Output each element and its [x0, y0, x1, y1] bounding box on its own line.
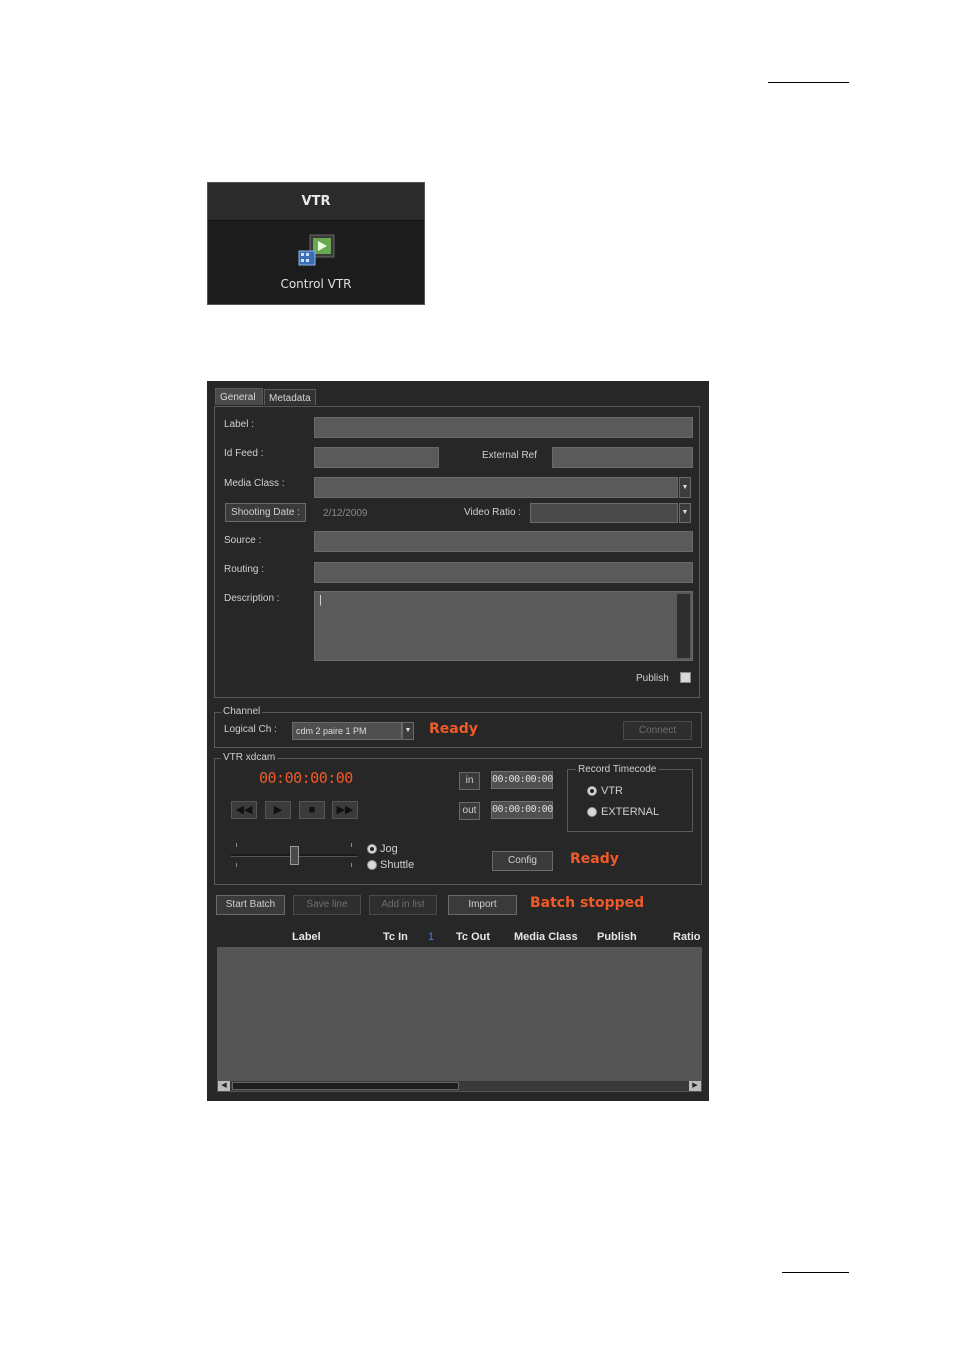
video-ratio-select[interactable]	[530, 503, 678, 523]
routing-field[interactable]	[314, 562, 693, 583]
source-field[interactable]	[314, 531, 693, 552]
description-scrollbar[interactable]	[677, 594, 690, 658]
batch-status: Batch stopped	[530, 895, 645, 911]
col-header-tc-out[interactable]: Tc Out	[456, 931, 490, 943]
sort-indicator: 1	[428, 931, 435, 943]
shooting-date-value: 2/12/2009	[323, 508, 368, 519]
media-class-label: Media Class :	[224, 478, 285, 489]
media-class-dropdown-icon[interactable]: ▼	[679, 477, 691, 498]
logical-ch-dropdown-icon[interactable]: ▼	[402, 722, 414, 740]
tab-general[interactable]: General	[215, 388, 263, 405]
vtr-status: Ready	[570, 851, 619, 867]
shuttle-label: Shuttle	[380, 859, 415, 871]
jog-slider[interactable]	[231, 839, 357, 871]
rewind-icon: ◀◀	[235, 804, 253, 816]
scroll-thumb[interactable]	[232, 1082, 459, 1090]
play-icon: ▶	[273, 804, 283, 816]
rtc-vtr-label: VTR	[601, 785, 623, 797]
media-class-select[interactable]	[314, 477, 678, 498]
id-feed-label: Id Feed :	[224, 448, 264, 459]
start-batch-button[interactable]: Start Batch	[216, 895, 285, 915]
control-vtr-icon	[298, 234, 335, 266]
shuttle-radio[interactable]	[367, 860, 377, 870]
save-line-button[interactable]: Save line	[293, 895, 361, 915]
source-label: Source :	[224, 535, 262, 546]
tab-metadata-label: Metadata	[269, 393, 311, 404]
vtr-timecode: 00:00:00:00	[259, 769, 353, 787]
external-ref-label: External Ref	[482, 450, 538, 461]
in-button[interactable]: in	[459, 772, 480, 790]
channel-group-title: Channel	[221, 706, 263, 718]
video-ratio-label: Video Ratio :	[464, 507, 522, 518]
connect-button[interactable]: Connect	[623, 721, 692, 740]
import-button[interactable]: Import	[448, 895, 517, 915]
stop-icon: ■	[308, 804, 316, 816]
header-rule	[768, 82, 849, 83]
vtr-panel-title: VTR	[208, 183, 424, 221]
vtr-xdcam-title: VTR xdcam	[221, 752, 278, 764]
video-ratio-dropdown-icon[interactable]: ▼	[679, 503, 691, 523]
in-timecode-field[interactable]: 00:00:00:00	[491, 771, 553, 789]
external-ref-field[interactable]	[552, 447, 693, 468]
channel-status: Ready	[429, 721, 478, 737]
col-header-label[interactable]: Label	[292, 931, 321, 943]
col-header-ratio[interactable]: Ratio	[673, 931, 701, 943]
out-timecode-field[interactable]: 00:00:00:00	[491, 801, 553, 819]
rtc-external-label: EXTERNAL	[601, 806, 660, 818]
rewind-button[interactable]: ◀◀	[231, 801, 257, 819]
record-timecode-group	[567, 769, 693, 832]
out-button[interactable]: out	[459, 802, 480, 820]
tab-metadata[interactable]: Metadata	[264, 389, 316, 405]
vtr-control-window: General Metadata Label : Id Feed : Exter…	[207, 381, 709, 1101]
publish-label: Publish	[636, 673, 669, 684]
config-button[interactable]: Config	[492, 851, 553, 871]
publish-checkbox[interactable]	[680, 672, 691, 683]
shooting-date-button[interactable]: Shooting Date :	[225, 503, 306, 522]
fast-forward-icon: ▶▶	[336, 804, 354, 816]
routing-label: Routing :	[224, 564, 265, 575]
batch-list[interactable]	[217, 947, 702, 1080]
batch-list-scrollbar[interactable]: ◀ ▶	[217, 1080, 702, 1092]
scroll-right-icon[interactable]: ▶	[689, 1081, 701, 1091]
add-in-list-button[interactable]: Add in list	[369, 895, 437, 915]
col-header-media-class[interactable]: Media Class	[514, 931, 578, 943]
label-label: Label :	[224, 419, 255, 430]
control-vtr-label: Control VTR	[280, 277, 352, 291]
stop-button[interactable]: ■	[299, 801, 325, 819]
col-header-publish[interactable]: Publish	[597, 931, 637, 943]
logical-ch-select[interactable]: cdm 2 paire 1 PM	[292, 722, 402, 740]
col-header-tc-in[interactable]: Tc In	[383, 931, 408, 943]
rtc-vtr-radio[interactable]	[587, 786, 597, 796]
tab-general-label: General	[220, 392, 256, 403]
scroll-left-icon[interactable]: ◀	[218, 1081, 230, 1091]
rtc-external-radio[interactable]	[587, 807, 597, 817]
fast-forward-button[interactable]: ▶▶	[332, 801, 358, 819]
id-feed-field[interactable]	[314, 447, 439, 468]
record-timecode-title: Record Timecode	[576, 764, 659, 776]
description-textarea[interactable]: |	[314, 591, 693, 661]
description-label: Description :	[224, 593, 280, 604]
jog-label: Jog	[380, 843, 398, 855]
jog-radio[interactable]	[367, 844, 377, 854]
footer-rule	[782, 1272, 849, 1273]
jog-slider-handle[interactable]	[290, 846, 299, 865]
play-button[interactable]: ▶	[265, 801, 291, 819]
label-field[interactable]	[314, 417, 693, 438]
logical-ch-label: Logical Ch :	[224, 724, 277, 735]
vtr-panel: VTR Control VTR	[207, 182, 425, 305]
